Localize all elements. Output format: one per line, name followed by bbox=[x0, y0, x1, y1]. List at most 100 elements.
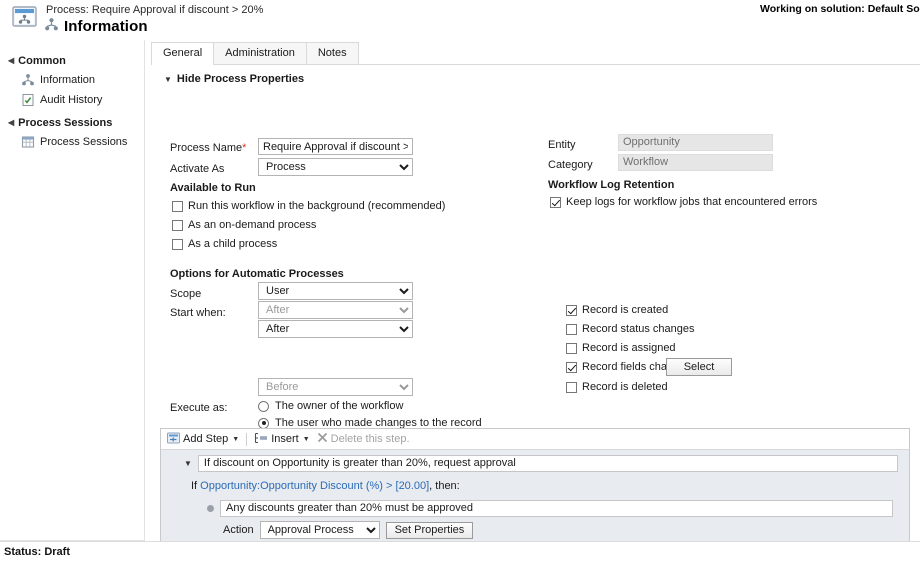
start-when-label: Start when: bbox=[170, 307, 226, 319]
available-to-run-heading: Available to Run bbox=[170, 182, 256, 194]
checkbox-label: Run this workflow in the background (rec… bbox=[188, 200, 445, 212]
radio-owner-of-workflow[interactable]: The owner of the workflow bbox=[258, 400, 403, 412]
radio-label: The owner of the workflow bbox=[275, 400, 403, 412]
page-title: Information bbox=[64, 18, 148, 35]
checkbox-label: Record is assigned bbox=[582, 342, 676, 354]
designer-toolbar: Add Step ▼ Insert ▼ Delete this step. bbox=[161, 429, 909, 450]
process-window-icon bbox=[12, 6, 38, 30]
checkbox-box bbox=[172, 201, 183, 212]
action-step-label[interactable]: Any discounts greater than 20% must be a… bbox=[220, 500, 893, 517]
sidebar-item-label: Audit History bbox=[40, 94, 102, 106]
insert-button[interactable]: Insert ▼ bbox=[254, 432, 309, 447]
checkbox-label: As a child process bbox=[188, 238, 277, 250]
step-label[interactable]: If discount on Opportunity is greater th… bbox=[198, 455, 898, 472]
checkbox-child-process[interactable]: As a child process bbox=[172, 238, 277, 250]
checkbox-label: Record is deleted bbox=[582, 381, 668, 393]
add-step-button[interactable]: Add Step ▼ bbox=[167, 432, 239, 447]
sidebar-item-label: Information bbox=[40, 74, 95, 86]
checkbox-label: Record is created bbox=[582, 304, 668, 316]
condition-suffix: , then: bbox=[429, 480, 460, 492]
hide-process-properties-toggle[interactable]: ▼ Hide Process Properties bbox=[164, 73, 304, 85]
step-bullet-icon bbox=[207, 505, 214, 512]
tab-administration[interactable]: Administration bbox=[213, 42, 307, 64]
add-step-label: Add Step bbox=[183, 433, 228, 445]
page-header: Process: Require Approval if discount > … bbox=[0, 0, 920, 40]
checkbox-box bbox=[566, 362, 577, 373]
chevron-down-icon: ▼ bbox=[164, 75, 172, 84]
collapse-triangle-icon: ◀ bbox=[8, 119, 14, 127]
activate-as-select[interactable]: Process bbox=[258, 158, 413, 176]
sessions-grid-icon bbox=[21, 135, 35, 149]
sidebar-item-label: Process Sessions bbox=[40, 136, 127, 148]
tab-strip: General Administration Notes bbox=[151, 43, 920, 65]
set-properties-button[interactable]: Set Properties bbox=[386, 522, 474, 539]
checkbox-record-status-changes[interactable]: Record status changes bbox=[566, 323, 695, 335]
step-condition-expression: If Opportunity:Opportunity Discount (%) … bbox=[191, 480, 460, 492]
activate-as-label: Activate As bbox=[170, 163, 224, 175]
trigger-timing-created-select[interactable]: After bbox=[258, 301, 413, 319]
insert-icon bbox=[254, 432, 268, 447]
step-condition-summary[interactable]: ▼ If discount on Opportunity is greater … bbox=[184, 455, 898, 472]
insert-label: Insert bbox=[271, 433, 299, 445]
radio-circle bbox=[258, 401, 269, 412]
action-select[interactable]: Approval Process bbox=[260, 521, 380, 539]
step-action-row[interactable]: Any discounts greater than 20% must be a… bbox=[207, 500, 893, 517]
checkbox-record-is-deleted[interactable]: Record is deleted bbox=[566, 381, 668, 393]
entity-value: Opportunity bbox=[618, 134, 773, 151]
status-text: Status: Draft bbox=[4, 546, 70, 558]
steps-area: ▼ If discount on Opportunity is greater … bbox=[161, 450, 909, 541]
checkbox-on-demand-process[interactable]: As an on-demand process bbox=[172, 219, 316, 231]
toggle-label: Hide Process Properties bbox=[177, 73, 304, 85]
nav-group-process-sessions[interactable]: ◀ Process Sessions bbox=[0, 114, 144, 132]
delete-step-label: Delete this step. bbox=[331, 433, 410, 445]
collapse-triangle-icon: ◀ bbox=[8, 57, 14, 65]
workflow-log-retention-heading: Workflow Log Retention bbox=[548, 179, 674, 191]
action-config-row: Action Approval Process Set Properties bbox=[223, 521, 473, 539]
condition-text: If Opportunity:Opportunity Discount (%) … bbox=[191, 480, 460, 492]
action-label: Action bbox=[223, 524, 254, 536]
condition-link[interactable]: Opportunity:Opportunity Discount (%) > [… bbox=[200, 480, 429, 492]
checkbox-box bbox=[566, 305, 577, 316]
select-fields-button[interactable]: Select bbox=[666, 358, 732, 376]
workflow-step-designer: Add Step ▼ Insert ▼ Delete this step. bbox=[160, 428, 910, 541]
page-title-row: Information bbox=[44, 17, 148, 35]
checkbox-keep-error-logs[interactable]: Keep logs for workflow jobs that encount… bbox=[550, 196, 817, 208]
tab-notes[interactable]: Notes bbox=[306, 42, 359, 64]
entity-label: Entity bbox=[548, 139, 576, 151]
breadcrumb: Process: Require Approval if discount > … bbox=[46, 4, 263, 16]
radio-circle bbox=[258, 418, 269, 429]
execute-as-label: Execute as: bbox=[170, 402, 227, 414]
trigger-timing-deleted-select[interactable]: Before bbox=[258, 378, 413, 396]
checkbox-box bbox=[566, 343, 577, 354]
chevron-down-icon[interactable]: ▼ bbox=[184, 460, 192, 468]
sidebar-item-process-sessions[interactable]: Process Sessions bbox=[0, 132, 144, 152]
trigger-timing-status-select[interactable]: After bbox=[258, 320, 413, 338]
checkbox-box bbox=[550, 197, 561, 208]
process-name-input[interactable] bbox=[258, 138, 413, 155]
checkbox-run-in-background[interactable]: Run this workflow in the background (rec… bbox=[172, 200, 445, 212]
condition-prefix: If bbox=[191, 480, 200, 492]
nav-group-common[interactable]: ◀ Common bbox=[0, 52, 144, 70]
scope-select[interactable]: User bbox=[258, 282, 413, 300]
add-step-icon bbox=[167, 432, 180, 447]
checkbox-label: Record status changes bbox=[582, 323, 695, 335]
checkbox-box bbox=[566, 382, 577, 393]
checkbox-box bbox=[172, 239, 183, 250]
process-node-icon bbox=[44, 17, 59, 35]
delete-x-icon bbox=[317, 432, 328, 446]
toolbar-divider bbox=[246, 433, 247, 446]
checkbox-box bbox=[566, 324, 577, 335]
process-name-label: Process Name* bbox=[170, 142, 246, 154]
tab-general[interactable]: General bbox=[151, 42, 214, 65]
checkbox-record-is-created[interactable]: Record is created bbox=[566, 304, 668, 316]
left-navigation: ◀ Common Information Audit History ◀ Pro… bbox=[0, 40, 145, 541]
checkbox-label: Keep logs for workflow jobs that encount… bbox=[566, 196, 817, 208]
process-node-icon bbox=[21, 73, 35, 87]
sidebar-item-audit-history[interactable]: Audit History bbox=[0, 90, 144, 110]
checkbox-record-is-assigned[interactable]: Record is assigned bbox=[566, 342, 676, 354]
solution-indicator: Working on solution: Default Solut bbox=[760, 3, 920, 15]
sidebar-item-information[interactable]: Information bbox=[0, 70, 144, 90]
audit-page-icon bbox=[21, 93, 35, 107]
nav-group-label: Common bbox=[18, 55, 66, 67]
automatic-processes-heading: Options for Automatic Processes bbox=[170, 268, 344, 280]
